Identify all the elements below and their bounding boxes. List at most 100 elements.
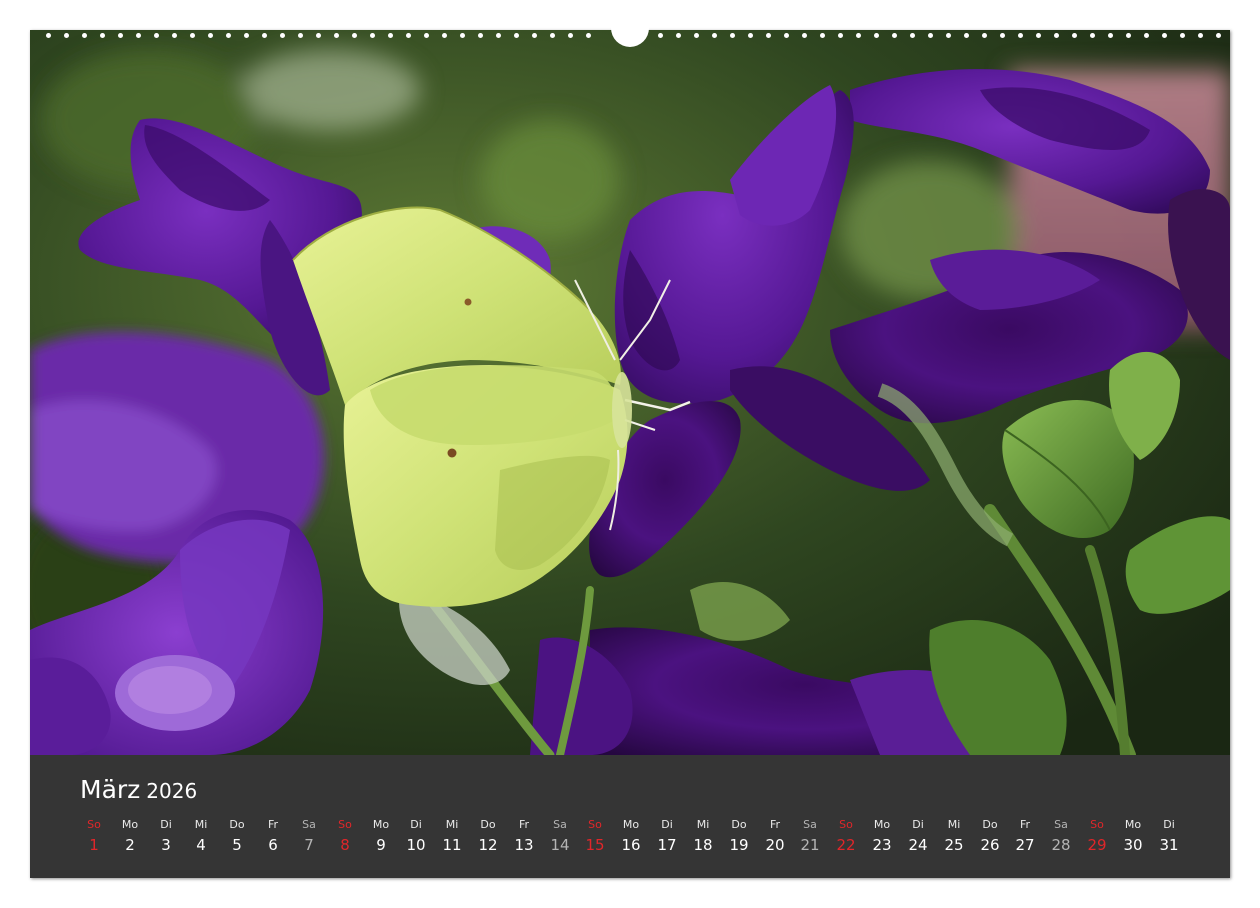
day-cell: Sa 28 [1043, 817, 1079, 857]
weekday-label: Mi [445, 818, 459, 831]
binding-hole [280, 33, 285, 38]
day-cell: Do 26 [972, 817, 1008, 857]
weekday-label: Do [229, 818, 245, 831]
binding-hole [568, 33, 573, 38]
weekday-label: Di [661, 818, 673, 831]
binding-hole [1018, 33, 1023, 38]
weekday-label: So [588, 818, 602, 831]
weekday-label: Do [982, 818, 998, 831]
day-number: 29 [1087, 836, 1107, 854]
binding-hole [82, 33, 87, 38]
day-number: 30 [1123, 836, 1143, 854]
butterfly-photo [30, 30, 1230, 755]
binding-hole [1090, 33, 1095, 38]
binding-hole [208, 33, 213, 38]
day-number: 26 [980, 836, 1000, 854]
day-cell: Sa 7 [291, 817, 327, 857]
binding-hole [856, 33, 861, 38]
day-number: 24 [908, 836, 928, 854]
weekday-label: Mo [121, 818, 139, 831]
day-number: 16 [621, 836, 641, 854]
calendar-photo [30, 30, 1230, 755]
binding-hole [658, 33, 663, 38]
day-cell: Di 10 [398, 817, 434, 857]
weekday-label: Mo [622, 818, 640, 831]
weekday-label: Di [912, 818, 924, 831]
day-cell: Mi 11 [434, 817, 470, 857]
binding-hole [748, 33, 753, 38]
binding-hole [334, 33, 339, 38]
binding-hole [496, 33, 501, 38]
spiral-binding [30, 24, 1230, 47]
day-number: 22 [836, 836, 856, 854]
day-cell: Mo 16 [613, 817, 649, 857]
binding-hole [64, 33, 69, 38]
binding-hole [946, 33, 951, 38]
binding-hole [1054, 33, 1059, 38]
weekday-label: Sa [302, 818, 316, 831]
day-cell: Do 12 [470, 817, 506, 857]
day-cell: Fr 13 [506, 817, 542, 857]
weekday-label: Di [1163, 818, 1175, 831]
binding-hole [964, 33, 969, 38]
binding-hole [136, 33, 141, 38]
binding-hole [550, 33, 555, 38]
weekday-label: Mo [372, 818, 390, 831]
day-number: 19 [729, 836, 749, 854]
weekday-label: Sa [1054, 818, 1068, 831]
day-cell: So 8 [327, 817, 363, 857]
binding-hole [982, 33, 987, 38]
day-number: 7 [304, 836, 314, 854]
weekday-label: Mi [947, 818, 961, 831]
day-number: 28 [1051, 836, 1071, 854]
binding-hole [1216, 33, 1221, 38]
day-number: 12 [478, 836, 498, 854]
binding-hole [118, 33, 123, 38]
year: 2026 [146, 779, 198, 803]
day-grid: So 1 Mo 2 Di 3 Mi 4 Do 5 Fr 6 Sa 7 So 8 Mo 9 Di 10 Mi 11 Do 12 F… [87, 817, 1210, 861]
day-number: 6 [268, 836, 278, 854]
weekday-label: Di [160, 818, 172, 831]
binding-hole [316, 33, 321, 38]
day-cell: Fr 6 [255, 817, 291, 857]
weekday-label: Di [410, 818, 422, 831]
binding-hole [262, 33, 267, 38]
day-cell: Mi 25 [936, 817, 972, 857]
binding-hole [514, 33, 519, 38]
day-cell: Do 19 [721, 817, 757, 857]
day-cell: Mo 2 [112, 817, 148, 857]
day-cell: Mi 18 [685, 817, 721, 857]
day-number: 3 [161, 836, 171, 854]
binding-hole [190, 33, 195, 38]
day-number: 25 [944, 836, 964, 854]
weekday-label: Fr [518, 818, 530, 831]
binding-hole [1108, 33, 1113, 38]
day-cell: Di 17 [649, 817, 685, 857]
binding-hole [766, 33, 771, 38]
day-number: 18 [693, 836, 713, 854]
day-cell: So 29 [1079, 817, 1115, 857]
day-number: 2 [125, 836, 135, 854]
binding-hole [1180, 33, 1185, 38]
month-title: März 2026 [80, 775, 197, 804]
binding-hole [730, 33, 735, 38]
binding-hole [892, 33, 897, 38]
binding-hole [784, 33, 789, 38]
binding-hole [1144, 33, 1149, 38]
day-number: 27 [1015, 836, 1035, 854]
day-cell: So 1 [76, 817, 112, 857]
weekday-label: So [839, 818, 853, 831]
weekday-label: Mi [194, 818, 208, 831]
binding-hole [802, 33, 807, 38]
day-number: 21 [800, 836, 820, 854]
weekday-label: Fr [267, 818, 279, 831]
day-number: 9 [376, 836, 386, 854]
weekday-label: So [1090, 818, 1104, 831]
month-name: März [80, 775, 141, 804]
day-number: 8 [340, 836, 350, 854]
day-cell: Mo 9 [363, 817, 399, 857]
binding-hole [1072, 33, 1077, 38]
binding-hole [820, 33, 825, 38]
weekday-label: Fr [769, 818, 781, 831]
weekday-label: So [87, 818, 101, 831]
